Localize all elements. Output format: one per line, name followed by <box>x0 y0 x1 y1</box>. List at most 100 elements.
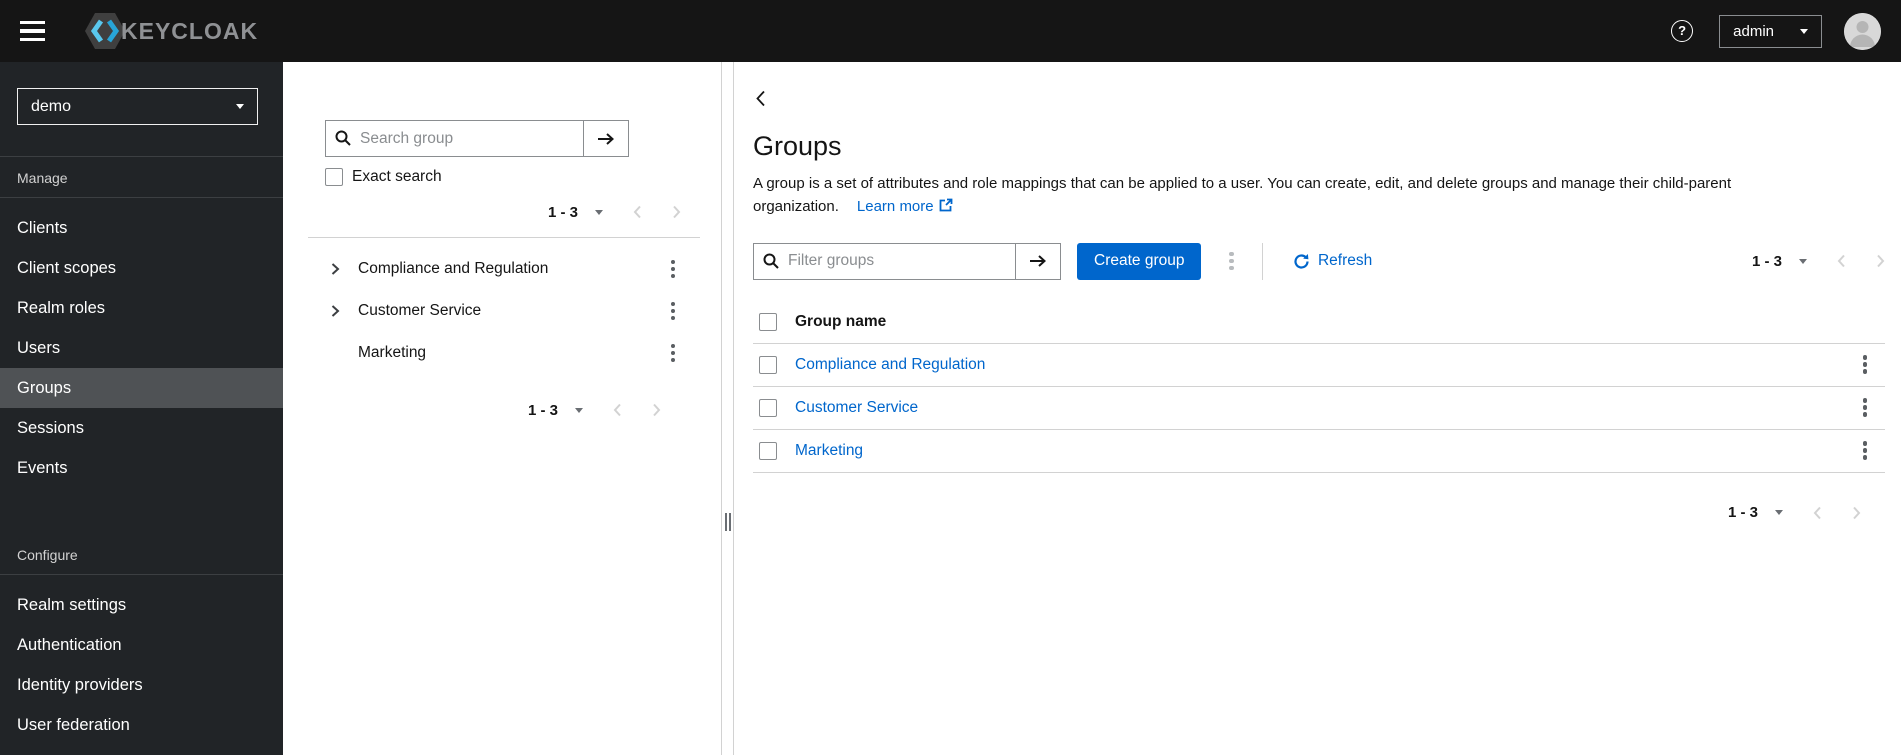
table-row: Compliance and Regulation <box>753 344 1885 387</box>
sidebar-item-user-federation[interactable]: User federation <box>0 705 283 745</box>
kebab-menu-button[interactable] <box>665 256 682 283</box>
chevron-right-icon <box>653 403 661 417</box>
row-kebab-menu-button[interactable] <box>1857 437 1874 464</box>
refresh-button[interactable]: Refresh <box>1293 252 1372 270</box>
chevron-left-icon <box>756 90 765 107</box>
tree-item-compliance-and-regulation: Compliance and Regulation <box>325 248 681 290</box>
arrow-right-icon <box>1030 255 1046 267</box>
row-checkbox[interactable] <box>759 355 777 374</box>
exact-search-label: Exact search <box>352 168 442 185</box>
chevron-down-icon <box>236 104 244 109</box>
tree-item-label[interactable]: Marketing <box>358 344 426 362</box>
sidebar-item-events[interactable]: Events <box>0 448 283 488</box>
tree-item-label[interactable]: Compliance and Regulation <box>358 260 548 278</box>
pagination-next-button[interactable] <box>1852 506 1861 520</box>
chevron-right-icon <box>331 263 340 275</box>
tree-pagination-top: 1 - 3 <box>325 200 681 224</box>
external-link-icon <box>939 198 953 212</box>
tree-pagination-bottom: 1 - 3 <box>325 398 661 422</box>
pagination-prev-button[interactable] <box>1813 506 1822 520</box>
refresh-icon <box>1294 253 1309 269</box>
pagination-prev-button[interactable] <box>1837 254 1846 268</box>
chevron-left-icon <box>633 205 641 219</box>
table-header-row: Group name <box>753 301 1885 344</box>
pagination-next-button[interactable] <box>672 205 681 219</box>
expand-toggle-button[interactable] <box>330 262 340 276</box>
pagination-range: 1 - 3 <box>1727 504 1758 521</box>
learn-more-link[interactable]: Learn more <box>857 198 953 215</box>
user-dropdown[interactable]: admin <box>1719 14 1822 48</box>
sidebar-item-sessions[interactable]: Sessions <box>0 408 283 448</box>
groups-toolbar: Create group Refresh 1 - 3 <box>753 242 1885 280</box>
pagination-next-button[interactable] <box>652 403 661 417</box>
chevron-left-icon <box>1813 506 1821 519</box>
help-icon[interactable]: ? <box>1671 20 1694 42</box>
pagination-next-button[interactable] <box>1876 254 1885 268</box>
toolbar-kebab-menu-button[interactable] <box>1223 248 1240 275</box>
expand-toggle-button[interactable] <box>330 304 340 318</box>
page-title: Groups <box>753 131 842 161</box>
group-link-marketing[interactable]: Marketing <box>795 442 863 459</box>
sidebar-item-clients[interactable]: Clients <box>0 208 283 248</box>
sidebar: demo Manage Clients Client scopes Realm … <box>0 62 283 755</box>
group-search-input[interactable] <box>325 120 583 157</box>
chevron-left-icon <box>1837 254 1845 268</box>
sidebar-item-identity-providers[interactable]: Identity providers <box>0 665 283 705</box>
realm-selector[interactable]: demo <box>17 88 258 125</box>
row-checkbox[interactable] <box>759 398 777 417</box>
splitter-drag-handle[interactable] <box>724 513 732 531</box>
group-tree: Compliance and Regulation Customer Servi… <box>325 248 681 374</box>
row-kebab-menu-button[interactable] <box>1857 351 1874 378</box>
pagination-range: 1 - 3 <box>547 203 578 221</box>
chevron-left-icon <box>613 403 621 417</box>
groups-page: Groups A group is a set of attributes an… <box>733 62 1901 755</box>
sidebar-item-realm-roles[interactable]: Realm roles <box>0 288 283 328</box>
select-all-checkbox[interactable] <box>759 312 777 331</box>
chevron-right-icon <box>673 205 681 219</box>
divider <box>308 237 700 238</box>
pagination-options-toggle[interactable] <box>595 209 603 215</box>
hamburger-icon <box>20 20 45 25</box>
group-search-submit-button[interactable] <box>583 120 629 157</box>
create-group-button[interactable]: Create group <box>1077 242 1202 280</box>
pagination-options-toggle[interactable] <box>575 407 583 413</box>
user-dropdown-label: admin <box>1733 22 1774 40</box>
search-icon <box>763 253 779 269</box>
table-row: Customer Service <box>753 387 1885 430</box>
keycloak-logo: KEYCLOAK <box>82 7 258 55</box>
brand-name: KEYCLOAK <box>121 17 259 44</box>
avatar[interactable] <box>1844 12 1881 50</box>
sidebar-item-groups[interactable]: Groups <box>0 368 283 408</box>
pagination-prev-button[interactable] <box>613 403 622 417</box>
row-kebab-menu-button[interactable] <box>1857 394 1874 421</box>
pagination-options-toggle[interactable] <box>1799 258 1807 264</box>
pagination-prev-button[interactable] <box>633 205 642 219</box>
sidebar-item-authentication[interactable]: Authentication <box>0 625 283 665</box>
chevron-down-icon <box>1800 28 1808 34</box>
kebab-menu-button[interactable] <box>665 340 682 367</box>
chevron-down-icon <box>1799 258 1807 264</box>
kebab-menu-button[interactable] <box>665 298 682 325</box>
tree-item-label[interactable]: Customer Service <box>358 302 481 320</box>
nav-toggle-button[interactable] <box>16 11 56 51</box>
filter-groups-input[interactable] <box>753 242 1015 280</box>
arrow-right-icon <box>598 132 614 145</box>
toolbar-divider <box>1261 242 1263 280</box>
group-link-customer-service[interactable]: Customer Service <box>795 399 918 416</box>
nav-list-configure: Realm settings Authentication Identity p… <box>0 575 283 755</box>
collapse-drawer-button[interactable] <box>753 88 768 109</box>
table-pagination-bottom: 1 - 3 <box>753 501 1885 525</box>
row-checkbox[interactable] <box>759 441 777 460</box>
table-pagination-top: 1 - 3 <box>1752 249 1885 273</box>
sidebar-item-client-scopes[interactable]: Client scopes <box>0 248 283 288</box>
pagination-range: 1 - 3 <box>1751 252 1782 270</box>
exact-search-checkbox[interactable] <box>325 168 343 186</box>
sidebar-item-users[interactable]: Users <box>0 328 283 368</box>
masthead: KEYCLOAK ? admin <box>0 0 1901 62</box>
sidebar-item-realm-settings[interactable]: Realm settings <box>0 585 283 625</box>
search-icon <box>335 130 351 146</box>
tree-item-marketing: Marketing <box>325 332 681 374</box>
filter-submit-button[interactable] <box>1015 242 1061 280</box>
group-link-compliance-and-regulation[interactable]: Compliance and Regulation <box>795 356 985 373</box>
pagination-options-toggle[interactable] <box>1775 510 1783 515</box>
